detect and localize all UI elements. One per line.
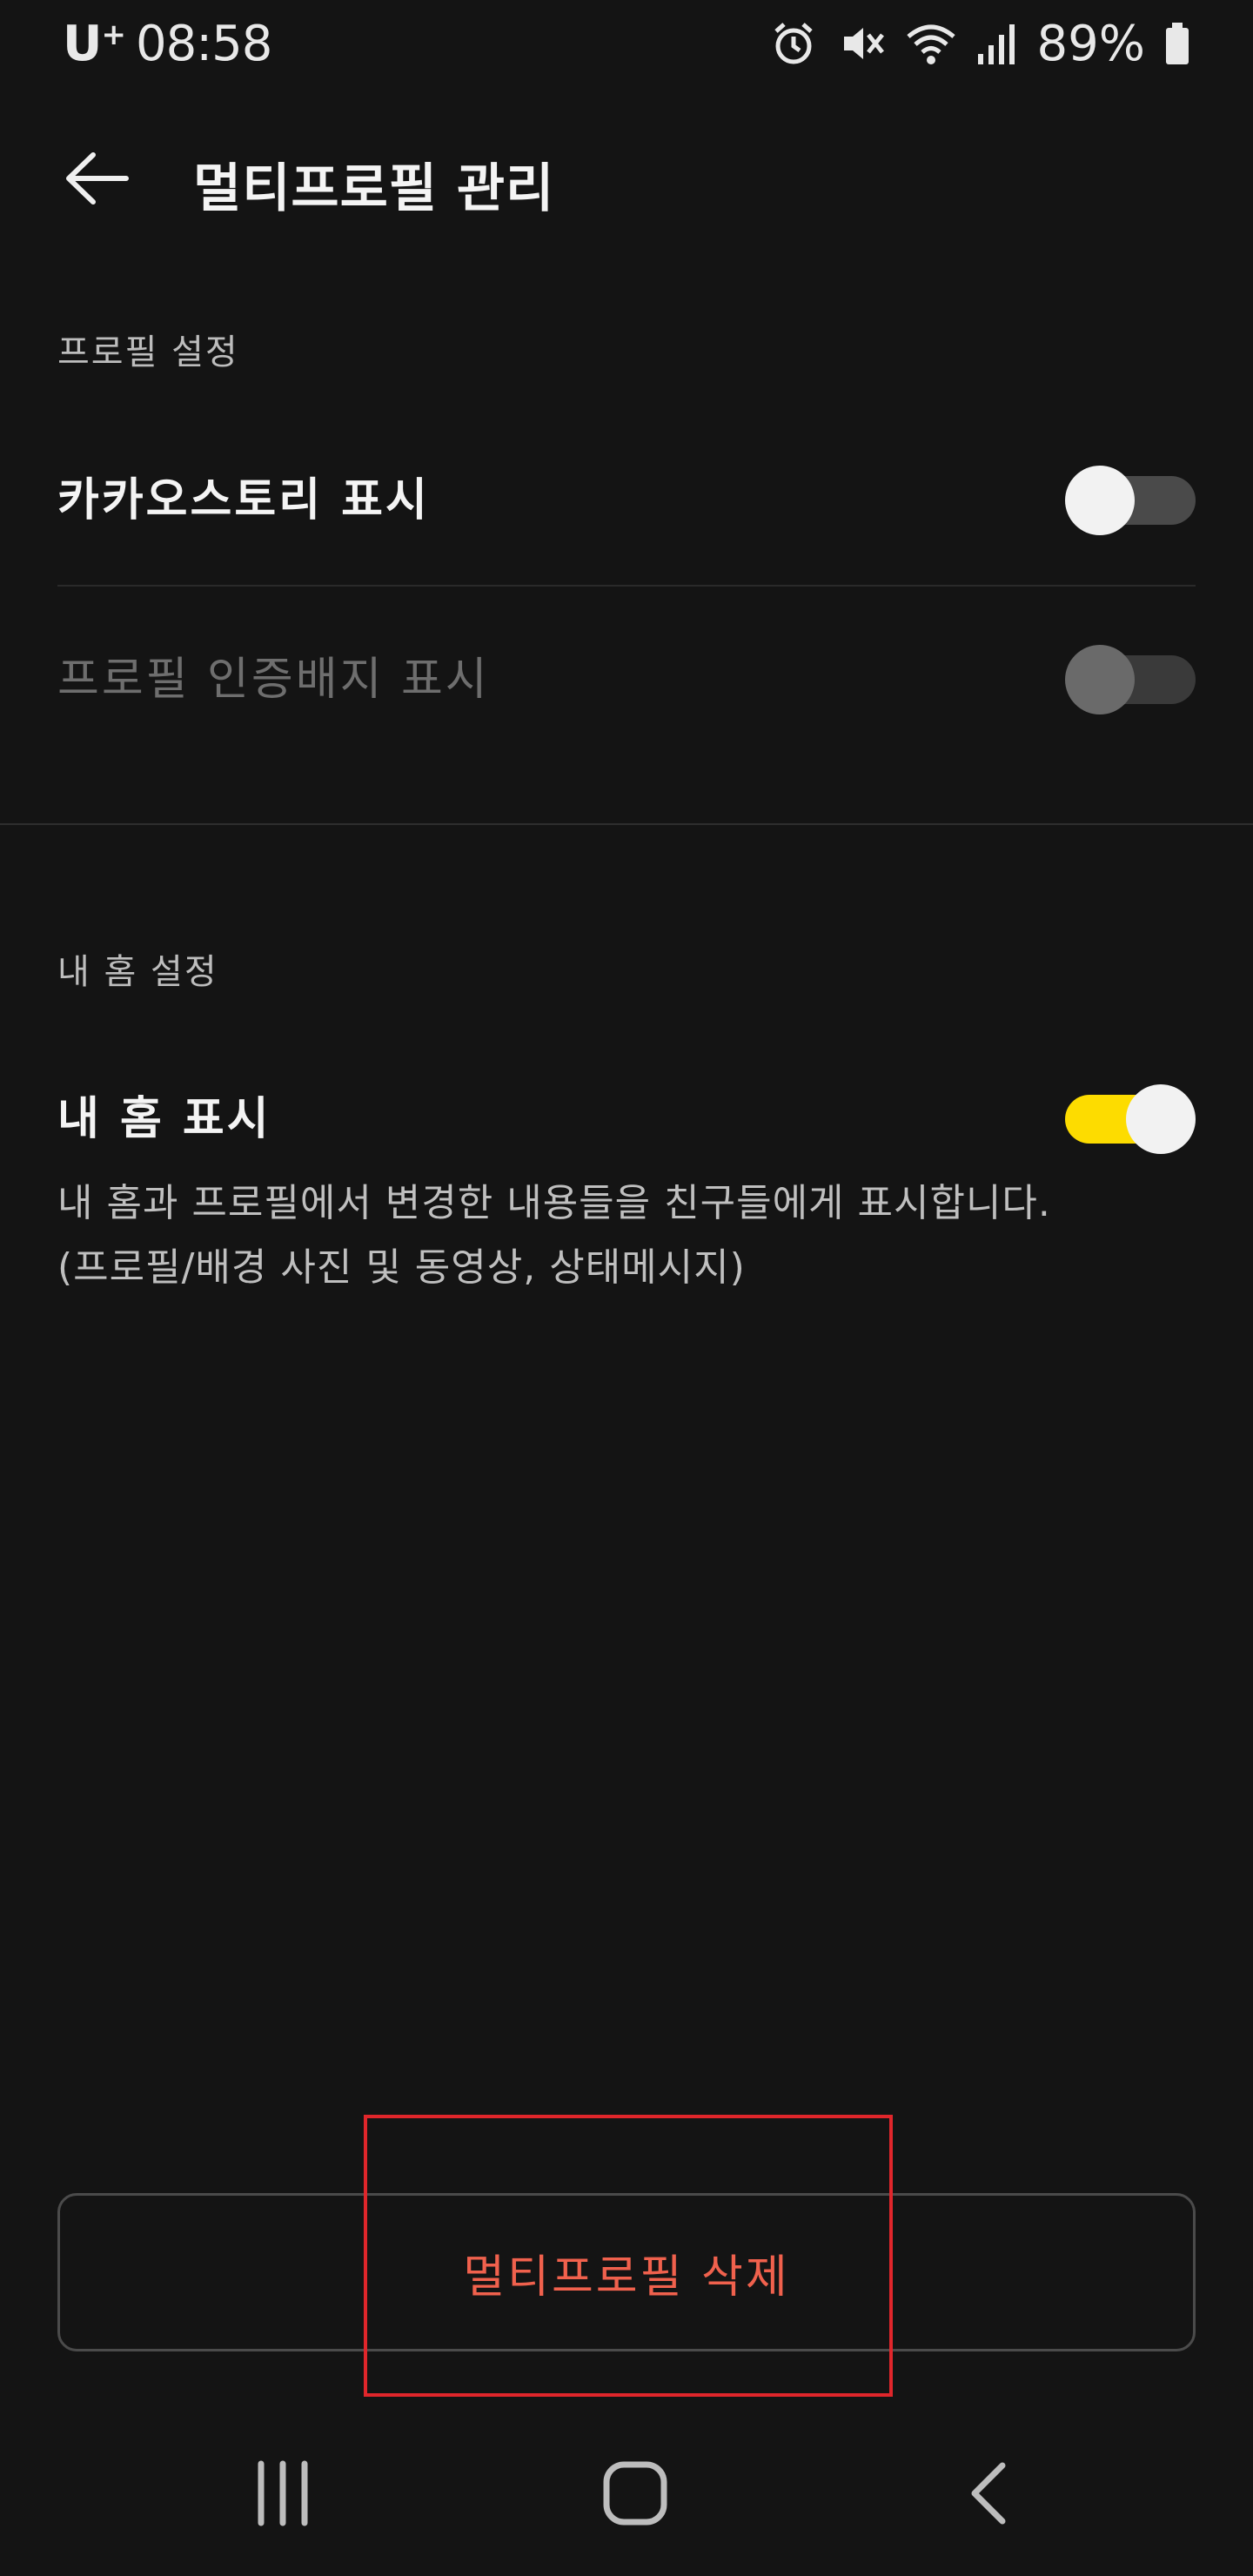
chevron-left-icon [971, 2462, 1006, 2525]
setting-label-home: 내 홈 표시 [57, 1092, 271, 1145]
delete-multiprofile-button[interactable]: 멀티프로필 삭제 [57, 2193, 1196, 2351]
status-time: 08:58 [135, 15, 272, 72]
mute-icon [837, 19, 886, 68]
status-bar: U+ 08:58 89% [0, 0, 1253, 87]
home-button[interactable] [583, 2441, 687, 2546]
setting-row-home[interactable]: 내 홈 표시 [57, 1049, 1196, 1179]
wifi-icon [905, 19, 957, 68]
section-divider [0, 823, 1253, 825]
back-button[interactable] [57, 148, 136, 209]
description-line-1: 내 홈과 프로필에서 변경한 내용들을 친구들에게 표시합니다. [57, 1181, 1051, 1225]
recent-apps-button[interactable] [235, 2445, 331, 2541]
divider [57, 585, 1196, 587]
home-icon [603, 2461, 667, 2526]
delete-multiprofile-label: 멀티프로필 삭제 [463, 2251, 790, 2304]
recent-apps-icon [258, 2460, 308, 2526]
arrow-left-icon [66, 152, 129, 205]
app-bar: 멀티프로필 관리 [0, 122, 1253, 235]
toggle-thumb [1065, 645, 1135, 714]
section-header-profile: 프로필 설정 [57, 332, 239, 372]
setting-row-kakaostory[interactable]: 카카오스토리 표시 [57, 430, 1196, 560]
nav-back-button[interactable] [940, 2445, 1035, 2541]
setting-row-badge: 프로필 인증배지 표시 [57, 609, 1196, 740]
alarm-icon [769, 19, 818, 68]
carrier-label: U+ [63, 15, 126, 72]
status-right: 89% [769, 16, 1190, 72]
toggle-thumb [1126, 1084, 1196, 1154]
battery-icon [1164, 19, 1190, 68]
screen: U+ 08:58 89% 멀티프로필 관리 프로필 설정 카카오스토리 표시 프… [0, 0, 1253, 2576]
page-title: 멀티프로필 관리 [193, 158, 555, 219]
navigation-bar [0, 2411, 1253, 2576]
setting-label-badge: 프로필 인증배지 표시 [57, 653, 490, 706]
kakaostory-toggle[interactable] [1065, 460, 1196, 535]
home-description: 내 홈과 프로필에서 변경한 내용들을 친구들에게 표시합니다. (프로필/배경… [57, 1171, 1189, 1300]
badge-toggle [1065, 640, 1196, 714]
setting-label-kakaostory: 카카오스토리 표시 [57, 473, 430, 527]
battery-level: 89% [1036, 15, 1145, 72]
description-line-2: (프로필/배경 사진 및 동영상, 상태메시지) [57, 1245, 746, 1290]
signal-icon [976, 19, 1018, 68]
section-header-home: 내 홈 설정 [57, 952, 218, 992]
home-toggle[interactable] [1065, 1079, 1196, 1154]
status-left: U+ 08:58 [63, 15, 272, 72]
toggle-thumb [1065, 466, 1135, 535]
